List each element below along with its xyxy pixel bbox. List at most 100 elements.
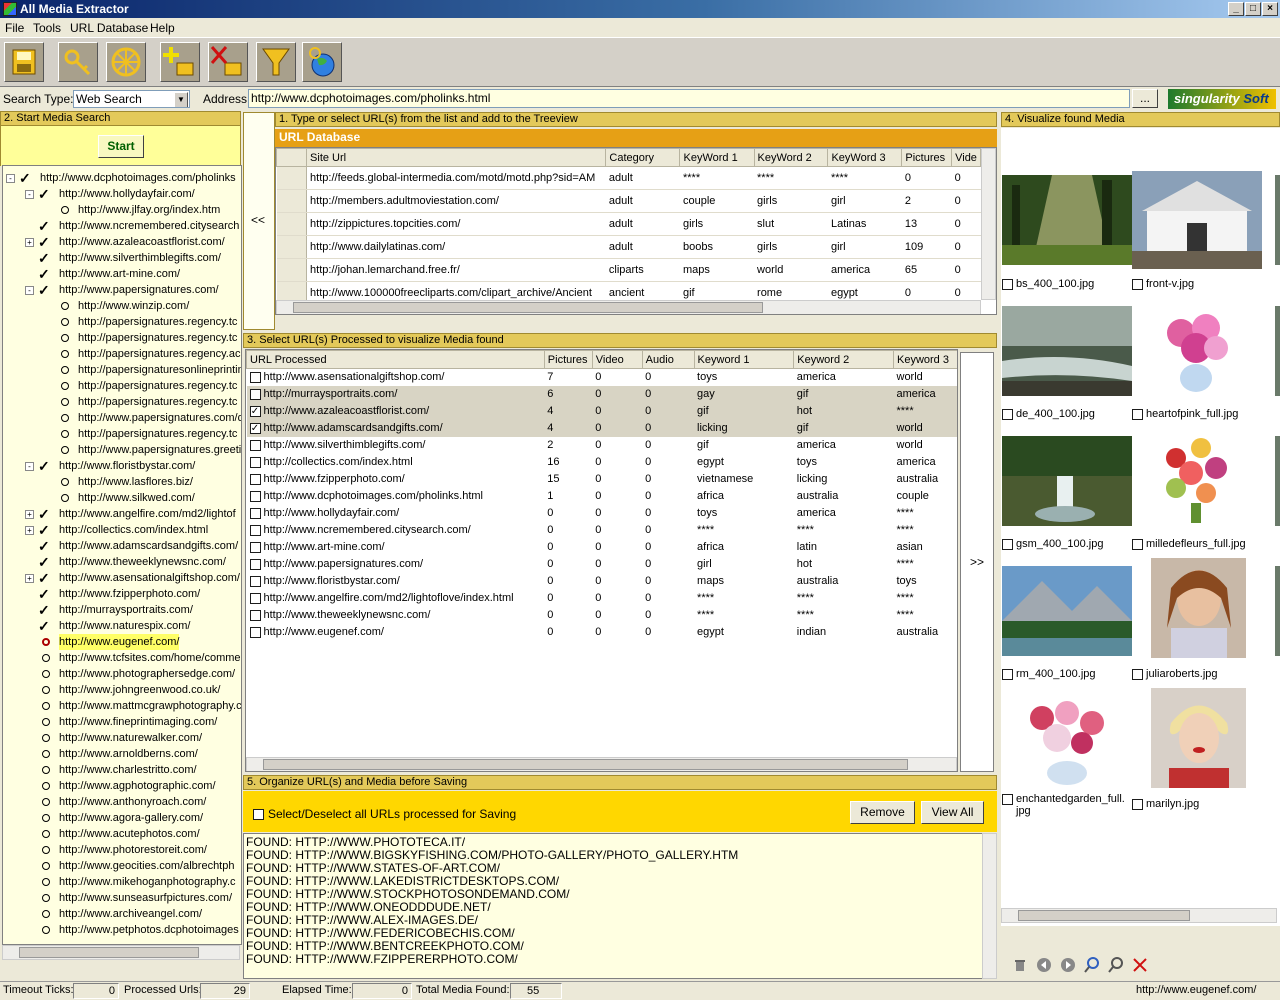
tree-node[interactable]: ✓ http://www.ncremembered.citysearch bbox=[3, 218, 241, 234]
processed-horizontal-scrollbar[interactable] bbox=[246, 757, 957, 771]
row-checkbox[interactable] bbox=[249, 490, 261, 502]
db-row[interactable]: http://www.dailylatinas.com/adult boobs gi… bbox=[276, 235, 981, 259]
col-keyword1[interactable]: Keyword 1 bbox=[693, 350, 795, 369]
tree-node[interactable]: http://www.sunseasurfpictures.com/ bbox=[3, 890, 241, 906]
wheel-button[interactable] bbox=[106, 42, 146, 82]
tree-horizontal-scrollbar[interactable] bbox=[2, 945, 240, 960]
tree-node[interactable]: - ✓ http://www.hollydayfair.com/ bbox=[3, 186, 241, 202]
row-selector[interactable] bbox=[276, 235, 308, 259]
media-thumbnails-panel[interactable]: bs_400_100.jpg front-v.jpg de_400_100.jpg h… bbox=[1001, 128, 1280, 926]
processed-row[interactable]: http://www.hollydayfair.com/0 0 0 toys ameri… bbox=[247, 505, 958, 522]
media-checkbox[interactable] bbox=[1002, 538, 1013, 550]
tree-node[interactable]: http://papersignatures.regency.tc bbox=[3, 378, 241, 394]
processed-row[interactable]: http://www.angelfire.com/md2/lightoflove… bbox=[247, 590, 958, 607]
tree-node[interactable]: http://papersignatures.regency.tc bbox=[3, 394, 241, 410]
expand-icon[interactable]: + bbox=[25, 526, 34, 535]
processed-row[interactable]: http://www.art-mine.com/0 0 0 africa latin as… bbox=[247, 539, 958, 556]
processed-row[interactable]: http://www.fzipperphoto.com/15 0 0 vietname… bbox=[247, 471, 958, 488]
tree-node[interactable]: ✓ http://www.silverthimblegifts.com/ bbox=[3, 250, 241, 266]
tree-node[interactable]: http://www.geocities.com/albrechtph bbox=[3, 858, 241, 874]
add-to-tree-button[interactable]: << bbox=[243, 112, 275, 330]
row-checkbox[interactable] bbox=[249, 388, 261, 400]
view-all-button[interactable]: View All bbox=[921, 801, 984, 824]
tree-node[interactable]: http://www.fineprintimaging.com/ bbox=[3, 714, 241, 730]
media-checkbox[interactable] bbox=[1002, 668, 1013, 680]
tree-node[interactable]: - ✓ http://www.papersignatures.com/ bbox=[3, 282, 241, 298]
media-caption[interactable]: front-v.jpg bbox=[1132, 278, 1194, 290]
media-checkbox[interactable] bbox=[1132, 538, 1143, 550]
add-url-button[interactable] bbox=[160, 42, 200, 82]
media-caption[interactable]: bs_400_100.jpg bbox=[1002, 278, 1094, 290]
media-caption[interactable]: heartofpink_full.jpg bbox=[1132, 408, 1238, 420]
tree-node[interactable]: http://www.charlestritto.com/ bbox=[3, 762, 241, 778]
tree-node[interactable]: http://www.jlfay.org/index.htm bbox=[3, 202, 241, 218]
row-selector[interactable] bbox=[276, 189, 308, 213]
tree-node[interactable]: + ✓ http://collectics.com/index.html bbox=[3, 522, 241, 538]
tree-node[interactable]: ✓ http://www.art-mine.com/ bbox=[3, 266, 241, 282]
tree-node[interactable]: http://papersignaturesonlineprintin bbox=[3, 362, 241, 378]
tree-node[interactable]: http://papersignatures.regency.tc bbox=[3, 314, 241, 330]
trash-icon[interactable] bbox=[1012, 957, 1028, 973]
row-checkbox[interactable] bbox=[249, 439, 261, 451]
col-pictures[interactable]: Pictures bbox=[543, 350, 593, 369]
collapse-icon[interactable]: - bbox=[25, 190, 34, 199]
maximize-button[interactable]: □ bbox=[1245, 2, 1261, 16]
chevron-down-icon[interactable]: ▼ bbox=[174, 92, 188, 107]
db-row[interactable]: http://feeds.global-intermedia.com/motd/… bbox=[276, 166, 981, 190]
collapse-icon[interactable]: - bbox=[25, 462, 34, 471]
search-type-select[interactable]: Web Search ▼ bbox=[73, 90, 190, 108]
minimize-button[interactable]: _ bbox=[1228, 2, 1244, 16]
media-thumbnail[interactable] bbox=[1002, 688, 1132, 788]
col-keyword2[interactable]: KeyWord 2 bbox=[753, 148, 829, 167]
tree-node[interactable]: http://papersignatures.regency.ac bbox=[3, 346, 241, 362]
row-checkbox[interactable] bbox=[249, 473, 261, 485]
log-vertical-scrollbar[interactable] bbox=[982, 833, 997, 979]
tree-node[interactable]: - ✓ http://www.floristbystar.com/ bbox=[3, 458, 241, 474]
processed-row[interactable]: http://www.theweeklynewsnc.com/0 0 0 **** **… bbox=[247, 607, 958, 624]
media-scroll-thumb[interactable] bbox=[1018, 910, 1190, 921]
tree-node[interactable]: http://www.winzip.com/ bbox=[3, 298, 241, 314]
url-treeview[interactable]: - ✓ http://www.dcphotoimages.com/pholinks -… bbox=[2, 165, 242, 945]
row-checkbox[interactable] bbox=[249, 524, 261, 536]
address-input[interactable]: http://www.dcphotoimages.com/pholinks.ht… bbox=[248, 89, 1130, 108]
browse-button[interactable]: ... bbox=[1132, 89, 1158, 108]
tree-node[interactable]: http://www.papersignatures.com/discou bbox=[3, 410, 241, 426]
col-keyword2[interactable]: Keyword 2 bbox=[793, 350, 894, 369]
tree-node[interactable]: + ✓ http://www.angelfire.com/md2/lightof bbox=[3, 506, 241, 522]
expand-icon[interactable]: + bbox=[25, 574, 34, 583]
row-checkbox[interactable] bbox=[249, 575, 261, 587]
tree-node[interactable]: http://www.acutephotos.com/ bbox=[3, 826, 241, 842]
select-all-checkbox[interactable] bbox=[253, 808, 267, 820]
globe-button[interactable] bbox=[302, 42, 342, 82]
processed-row[interactable]: ✓ http://www.adamscardsandgifts.com/4 0 0 li… bbox=[246, 419, 957, 437]
media-caption[interactable]: marilyn.jpg bbox=[1132, 798, 1199, 810]
close-window-button[interactable]: × bbox=[1262, 2, 1278, 16]
media-thumbnail[interactable] bbox=[1002, 306, 1132, 396]
media-thumbnail[interactable] bbox=[1146, 428, 1246, 528]
tree-node[interactable]: ✓ http://www.fzipperphoto.com/ bbox=[3, 586, 241, 602]
tree-node[interactable]: http://www.photographersedge.com/ bbox=[3, 666, 241, 682]
processed-row[interactable]: http://www.dcphotoimages.com/pholinks.ht… bbox=[247, 488, 958, 505]
media-checkbox[interactable] bbox=[1132, 408, 1143, 420]
media-thumbnail[interactable] bbox=[1151, 688, 1246, 788]
media-checkbox[interactable] bbox=[1002, 408, 1013, 420]
row-selector[interactable] bbox=[276, 258, 308, 282]
tree-node[interactable]: http://www.agphotographic.com/ bbox=[3, 778, 241, 794]
col-video[interactable]: Vide bbox=[951, 148, 981, 167]
tree-node[interactable]: http://papersignatures.regency.tc bbox=[3, 426, 241, 442]
menu-tools[interactable]: Tools bbox=[33, 21, 61, 35]
processed-row[interactable]: http://www.papersignatures.com/0 0 0 girl ho… bbox=[247, 556, 958, 573]
media-caption[interactable]: juliaroberts.jpg bbox=[1132, 668, 1218, 680]
start-button[interactable]: Start bbox=[98, 135, 144, 158]
processed-scroll-thumb[interactable] bbox=[263, 759, 908, 770]
previous-icon[interactable] bbox=[1036, 957, 1052, 973]
media-caption[interactable]: gsm_400_100.jpg bbox=[1002, 538, 1103, 550]
media-checkbox[interactable] bbox=[1002, 278, 1013, 290]
tree-node[interactable]: ✓ http://www.theweeklynewsnc.com/ bbox=[3, 554, 241, 570]
col-category[interactable]: Category bbox=[605, 148, 681, 167]
menu-url-database[interactable]: URL Database bbox=[70, 21, 148, 35]
tree-node[interactable]: http://papersignatures.regency.tc bbox=[3, 330, 241, 346]
row-checkbox[interactable] bbox=[249, 592, 261, 604]
tree-node[interactable]: http://www.anthonyroach.com/ bbox=[3, 794, 241, 810]
collapse-icon[interactable]: - bbox=[6, 174, 15, 183]
